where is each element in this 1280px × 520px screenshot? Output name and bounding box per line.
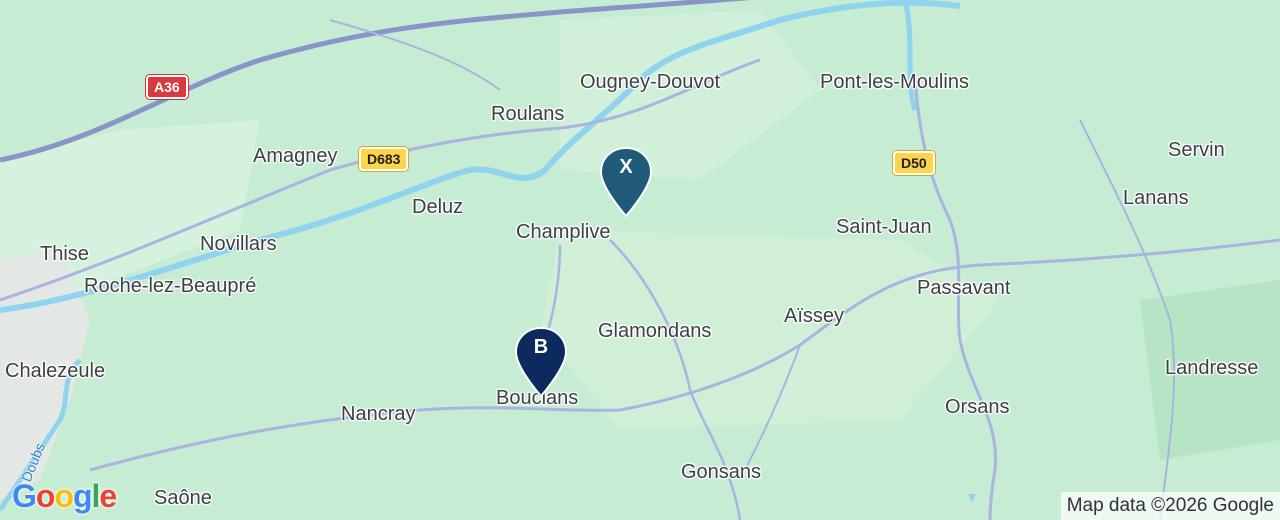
place-label-glamondans[interactable]: Glamondans bbox=[598, 321, 711, 341]
place-label-novillars[interactable]: Novillars bbox=[200, 234, 277, 254]
place-label-ougney-douvot[interactable]: Ougney-Douvot bbox=[580, 72, 720, 92]
logo-letter: o bbox=[54, 478, 74, 514]
place-label-champlive[interactable]: Champlive bbox=[516, 222, 610, 242]
place-label-aissey[interactable]: Aïssey bbox=[784, 306, 844, 326]
place-label-orsans[interactable]: Orsans bbox=[945, 397, 1009, 417]
place-label-landresse[interactable]: Landresse bbox=[1165, 358, 1258, 378]
logo-letter: e bbox=[99, 478, 117, 514]
place-label-roche-lez-beaupre[interactable]: Roche-lez-Beaupré bbox=[84, 276, 256, 296]
road-shield-a36: A36 bbox=[146, 75, 188, 99]
logo-letter: o bbox=[35, 478, 56, 514]
marker-b-label: B bbox=[533, 336, 549, 358]
place-label-deluz[interactable]: Deluz bbox=[412, 197, 463, 217]
place-label-roulans[interactable]: Roulans bbox=[491, 104, 564, 124]
place-label-passavant[interactable]: Passavant bbox=[917, 278, 1010, 298]
google-logo: Google bbox=[12, 478, 117, 515]
logo-letter: G bbox=[12, 478, 37, 514]
road-shield-d683: D683 bbox=[359, 147, 409, 171]
map-marker-x[interactable]: X bbox=[599, 146, 653, 218]
place-label-pont-les-moulins[interactable]: Pont-les-Moulins bbox=[820, 72, 969, 92]
place-label-lanans[interactable]: Lanans bbox=[1123, 188, 1189, 208]
map-marker-b[interactable]: B bbox=[514, 326, 568, 398]
place-label-thise[interactable]: Thise bbox=[40, 244, 89, 264]
map-attribution[interactable]: Map data ©2026 Google bbox=[1060, 492, 1280, 520]
place-label-chalezeule[interactable]: Chalezeule bbox=[5, 361, 105, 381]
logo-letter: g bbox=[72, 478, 93, 514]
place-label-saint-juan[interactable]: Saint-Juan bbox=[836, 217, 932, 237]
place-label-nancray[interactable]: Nancray bbox=[341, 404, 415, 424]
place-label-servin[interactable]: Servin bbox=[1168, 140, 1225, 160]
place-label-gonsans[interactable]: Gonsans bbox=[681, 462, 761, 482]
marker-x-label: X bbox=[619, 156, 633, 178]
map-canvas[interactable]: Ougney-Douvot Pont-les-Moulins Roulans A… bbox=[0, 0, 1280, 520]
place-label-amagney[interactable]: Amagney bbox=[253, 146, 338, 166]
place-label-saone[interactable]: Saône bbox=[154, 488, 212, 508]
road-shield-d50: D50 bbox=[893, 151, 935, 175]
